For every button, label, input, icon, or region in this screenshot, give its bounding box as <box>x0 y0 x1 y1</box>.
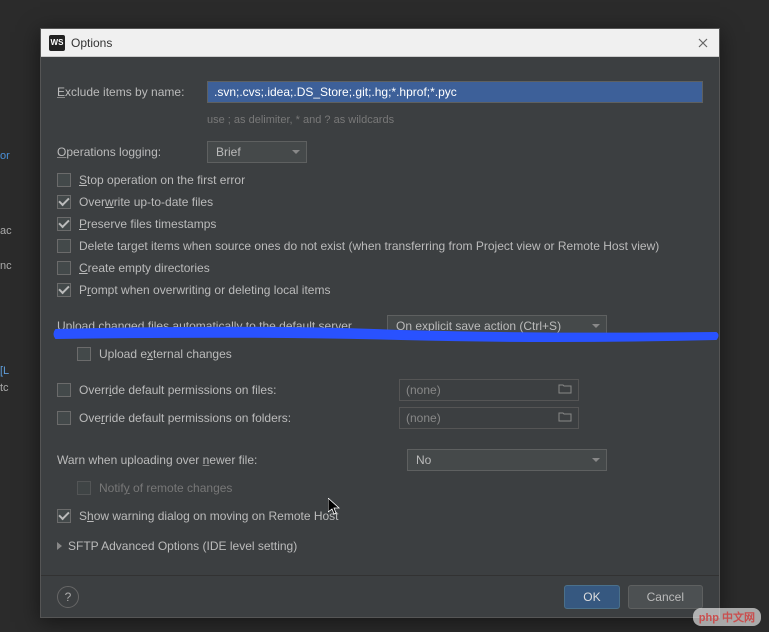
label-stop-error: Stop operation on the first error <box>79 173 245 187</box>
label-upload-external: Upload external changes <box>99 347 232 361</box>
logging-select[interactable]: Brief <box>207 141 307 163</box>
folder-icon <box>558 383 572 397</box>
checkbox-prompt[interactable] <box>57 283 71 297</box>
perm-files-value: (none) <box>406 383 441 397</box>
chevron-down-icon <box>592 458 600 462</box>
perm-files-input[interactable]: (none) <box>399 379 579 401</box>
checkbox-stop-error[interactable] <box>57 173 71 187</box>
checkbox-perm-folders[interactable] <box>57 411 71 425</box>
checkbox-create-empty[interactable] <box>57 261 71 275</box>
logging-label: Operations logging: <box>57 145 207 159</box>
warn-select[interactable]: No <box>407 449 607 471</box>
sftp-advanced-expander[interactable]: SFTP Advanced Options (IDE level setting… <box>57 539 703 553</box>
folder-icon <box>558 411 572 425</box>
dialog-content: Exclude items by name: .svn;.cvs;.idea;.… <box>41 57 719 575</box>
warn-label: Warn when uploading over newer file: <box>57 453 407 467</box>
app-icon: WS <box>49 35 65 51</box>
label-perm-files: Override default permissions on files: <box>79 383 399 397</box>
dialog-footer: ? OK Cancel <box>41 575 719 617</box>
label-preserve: Preserve files timestamps <box>79 217 216 231</box>
label-create-empty: Create empty directories <box>79 261 210 275</box>
titlebar: WS Options <box>41 29 719 57</box>
perm-folders-input[interactable]: (none) <box>399 407 579 429</box>
window-title: Options <box>71 36 695 50</box>
logging-value: Brief <box>216 145 241 159</box>
cancel-button[interactable]: Cancel <box>628 585 703 609</box>
exclude-label: Exclude items by name: <box>57 85 207 99</box>
watermark: php 中文网 <box>693 608 761 626</box>
label-delete-target: Delete target items when source ones do … <box>79 239 659 253</box>
exclude-input[interactable]: .svn;.cvs;.idea;.DS_Store;.git;.hg;*.hpr… <box>207 81 703 103</box>
upload-value: On explicit save action (Ctrl+S) <box>396 319 561 333</box>
upload-label: Upload changed files automatically to th… <box>57 319 387 333</box>
chevron-down-icon <box>592 324 600 328</box>
upload-select[interactable]: On explicit save action (Ctrl+S) <box>387 315 607 337</box>
close-icon[interactable] <box>695 35 711 51</box>
sftp-label: SFTP Advanced Options (IDE level setting… <box>68 539 297 553</box>
options-dialog: WS Options Exclude items by name: .svn;.… <box>40 28 720 618</box>
checkbox-upload-external[interactable] <box>77 347 91 361</box>
exclude-helper: use ; as delimiter, * and ? as wildcards <box>207 114 394 126</box>
checkbox-perm-files[interactable] <box>57 383 71 397</box>
label-perm-folders: Override default permissions on folders: <box>79 411 399 425</box>
checkbox-preserve[interactable] <box>57 217 71 231</box>
label-overwrite: Overwrite up-to-date files <box>79 195 213 209</box>
checkbox-show-warning[interactable] <box>57 509 71 523</box>
checkbox-overwrite[interactable] <box>57 195 71 209</box>
label-show-warning: Show warning dialog on moving on Remote … <box>79 509 339 523</box>
label-notify-remote: Notify of remote changes <box>99 481 232 495</box>
chevron-right-icon <box>57 542 62 550</box>
ok-button[interactable]: OK <box>564 585 619 609</box>
perm-folders-value: (none) <box>406 411 441 425</box>
label-prompt: Prompt when overwriting or deleting loca… <box>79 283 330 297</box>
checkbox-delete-target[interactable] <box>57 239 71 253</box>
chevron-down-icon <box>292 150 300 154</box>
checkbox-notify-remote <box>77 481 91 495</box>
help-button[interactable]: ? <box>57 586 79 608</box>
warn-value: No <box>416 453 431 467</box>
